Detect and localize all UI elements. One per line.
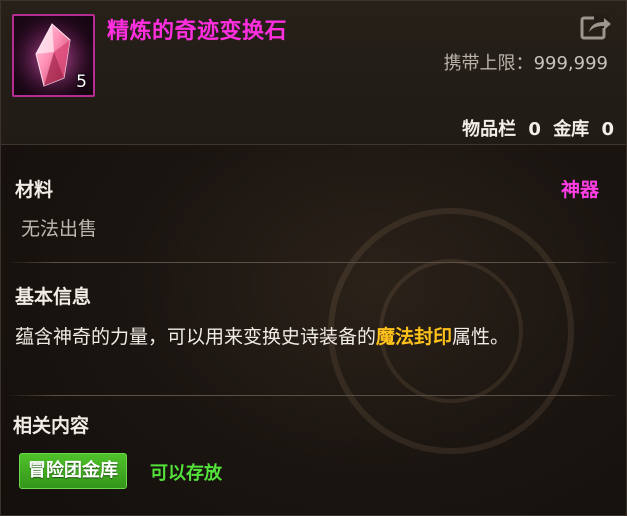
description-text-end: 属性。 — [452, 326, 510, 348]
carry-limit: 携带上限：999,999 — [444, 49, 608, 75]
inventory-label: 物品栏 — [462, 119, 517, 140]
bank-value: 0 — [601, 119, 614, 140]
description-text: 蕴含神奇的力量，可以用来变换史诗装备的 — [15, 326, 377, 348]
item-slot[interactable]: 5 — [12, 14, 95, 97]
related-heading: 相关内容 — [13, 415, 90, 437]
storage-counts: 物品栏 0 金库 0 — [456, 115, 614, 141]
rarity-label: 神器 — [560, 179, 599, 201]
tooltip-header: 5 精炼的奇迹变换石 携带上限：999,999 物品栏 0 金库 0 — [1, 1, 626, 145]
storable-status: 可以存放 — [150, 463, 222, 484]
item-name: 精炼的奇迹变换石 — [107, 19, 288, 44]
share-icon — [580, 14, 611, 40]
inventory-value: 0 — [528, 119, 541, 140]
sell-note: 无法出售 — [21, 218, 98, 240]
item-tooltip: 5 精炼的奇迹变换石 携带上限：999,999 物品栏 0 金库 0 材料 神器… — [0, 0, 627, 516]
bank-label: 金库 — [553, 119, 590, 140]
material-heading: 材料 — [15, 179, 54, 201]
section-divider — [7, 395, 620, 396]
carry-limit-label: 携带上限： — [443, 53, 534, 74]
item-description: 蕴含神奇的力量，可以用来变换史诗装备的魔法封印属性。 — [15, 321, 595, 353]
share-button[interactable] — [580, 12, 612, 40]
carry-limit-value: 999,999 — [533, 53, 608, 74]
adventure-bank-button[interactable]: 冒险团金库 — [19, 453, 127, 489]
basic-info-heading: 基本信息 — [15, 286, 92, 308]
description-highlight: 魔法封印 — [376, 326, 453, 348]
item-count: 5 — [76, 72, 87, 92]
section-divider — [7, 262, 620, 263]
